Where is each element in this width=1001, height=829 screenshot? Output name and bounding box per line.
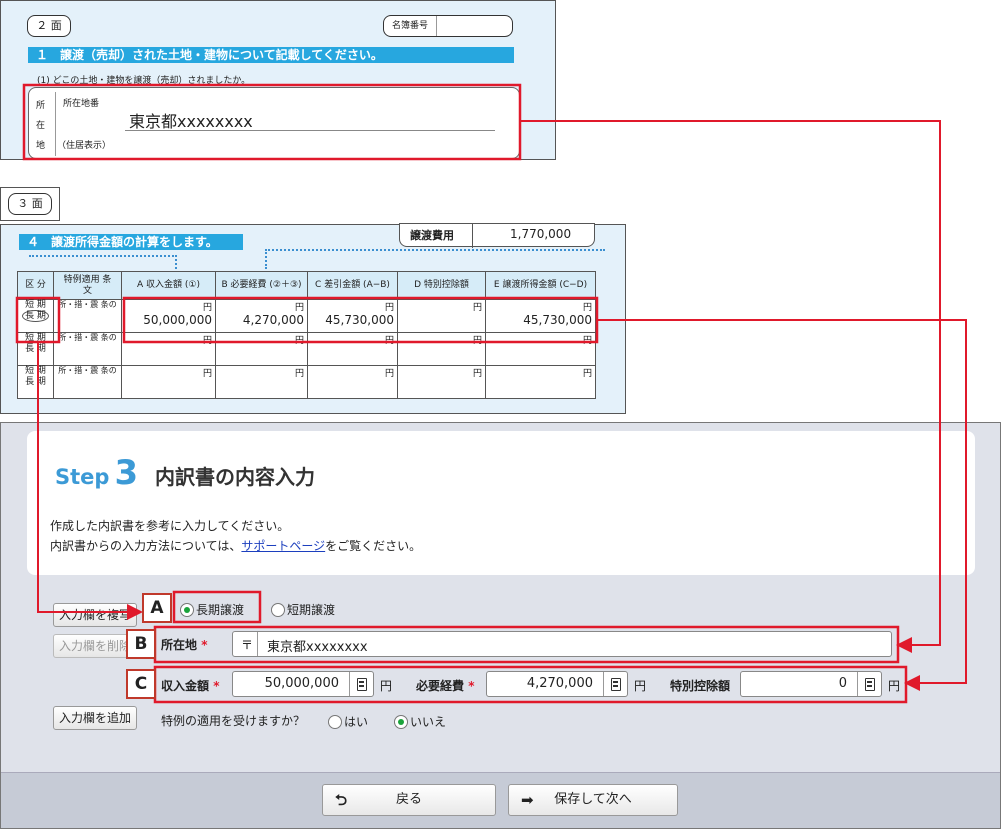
highlight-amounts-box	[122, 296, 599, 344]
highlight-address-box	[22, 83, 522, 161]
highlight-kubun-box	[15, 296, 61, 344]
marker-c: C	[126, 669, 156, 699]
highlight-location-box	[153, 625, 900, 664]
connector-address	[520, 120, 941, 653]
annotation-overlay	[15, 83, 967, 704]
highlight-amount-row-box	[153, 665, 908, 704]
highlight-radio-box	[172, 590, 262, 624]
connector-term	[37, 342, 143, 620]
connector-amounts	[597, 319, 967, 691]
marker-b: B	[126, 629, 156, 659]
marker-a: A	[142, 593, 172, 623]
